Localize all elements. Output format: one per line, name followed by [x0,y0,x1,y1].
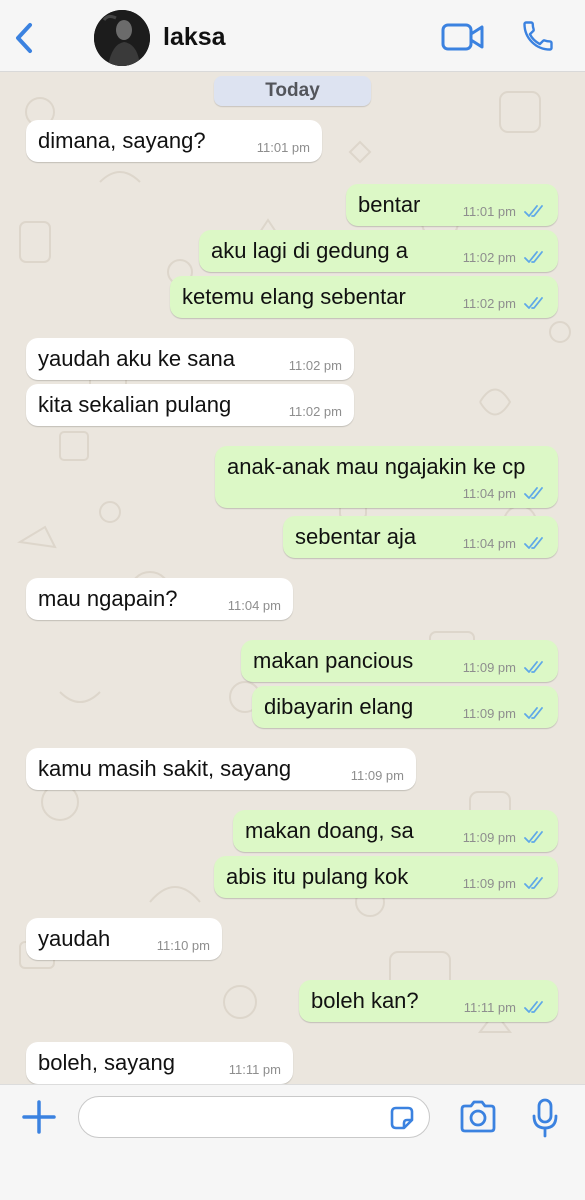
message-text: abis itu pulang kok [226,864,409,889]
read-receipt-icon [524,831,543,843]
back-button[interactable] [10,20,40,56]
message-text: kita sekalian pulang [38,392,232,417]
contact-name[interactable]: laksa [163,23,226,52]
message-text: sebentar aja [295,524,417,549]
message-text: boleh, sayang [38,1050,175,1075]
read-receipt-icon [524,297,543,309]
microphone-icon [532,1098,558,1138]
outgoing-message[interactable]: sebentar aja 11:04 pm [283,516,558,558]
message-time: 11:04 pm [462,536,516,551]
voice-call-button[interactable] [520,18,556,54]
outgoing-message[interactable]: dibayarin elang 11:09 pm [252,686,558,728]
message-time: 11:09 pm [350,768,404,783]
message-composer [0,1084,585,1200]
message-list[interactable]: Today dimana, sayang? 11:01 pm bentar 11:01… [0,72,585,1084]
read-receipt-icon [524,251,543,263]
incoming-message[interactable]: kita sekalian pulang 11:02 pm [26,384,354,426]
message-time: 11:02 pm [288,358,342,373]
chat-header: laksa [0,0,585,72]
attach-button[interactable] [20,1098,58,1136]
message-time: 11:02 pm [288,404,342,419]
message-input[interactable] [79,1097,379,1137]
message-text: ketemu elang sebentar [182,284,406,309]
message-text: yaudah [38,926,111,951]
incoming-message[interactable]: yaudah 11:10 pm [26,918,222,960]
chevron-left-icon [16,23,32,53]
video-call-button[interactable] [441,22,485,52]
message-time: 11:09 pm [462,830,516,845]
incoming-message[interactable]: mau ngapain? 11:04 pm [26,578,293,620]
message-text: makan pancious [253,648,414,673]
message-time: 11:02 pm [462,250,516,265]
message-text: anak-anak mau ngajakin ke cp [227,454,526,479]
message-time: 11:09 pm [462,876,516,891]
outgoing-message[interactable]: abis itu pulang kok 11:09 pm [214,856,558,898]
outgoing-message[interactable]: makan doang, sa 11:09 pm [233,810,558,852]
message-text: dibayarin elang [264,694,414,719]
read-receipt-icon [524,487,543,499]
read-receipt-icon [524,1001,543,1013]
read-receipt-icon [524,537,543,549]
message-time: 11:11 pm [463,1000,516,1015]
message-time: 11:09 pm [462,660,516,675]
phone-icon [523,21,553,51]
message-time: 11:01 pm [256,140,310,155]
message-text: yaudah aku ke sana [38,346,235,371]
message-text: dimana, sayang? [38,128,206,153]
message-input-box[interactable] [78,1096,430,1138]
outgoing-message[interactable]: boleh kan? 11:11 pm [299,980,558,1022]
date-separator: Today [214,76,371,106]
message-text: bentar [358,192,421,217]
incoming-message[interactable]: dimana, sayang? 11:01 pm [26,120,322,162]
incoming-message[interactable]: boleh, sayang 11:11 pm [26,1042,293,1084]
message-text: kamu masih sakit, sayang [38,756,292,781]
message-time: 11:04 pm [227,598,281,613]
message-text: mau ngapain? [38,586,178,611]
camera-button[interactable] [458,1099,498,1135]
outgoing-message[interactable]: bentar 11:01 pm [346,184,558,226]
outgoing-message[interactable]: aku lagi di gedung a 11:02 pm [199,230,558,272]
sticker-icon [390,1106,414,1130]
sticker-button[interactable] [388,1104,416,1132]
read-receipt-icon [524,661,543,673]
read-receipt-icon [524,707,543,719]
message-time: 11:11 pm [228,1062,281,1077]
incoming-message[interactable]: kamu masih sakit, sayang 11:09 pm [26,748,416,790]
message-time: 11:04 pm [462,486,516,501]
message-time: 11:09 pm [462,706,516,721]
camera-icon [460,1100,496,1133]
avatar-photo [94,10,150,66]
message-text: aku lagi di gedung a [211,238,408,263]
message-time: 11:10 pm [156,938,210,953]
avatar[interactable] [94,10,150,66]
message-time: 11:01 pm [462,204,516,219]
read-receipt-icon [524,205,543,217]
incoming-message[interactable]: yaudah aku ke sana 11:02 pm [26,338,354,380]
outgoing-message[interactable]: makan pancious 11:09 pm [241,640,558,682]
plus-icon [22,1100,56,1134]
outgoing-message[interactable]: ketemu elang sebentar 11:02 pm [170,276,558,318]
message-time: 11:02 pm [462,296,516,311]
message-text: makan doang, sa [245,818,414,843]
voice-message-button[interactable] [530,1097,560,1139]
video-camera-icon [441,23,484,51]
outgoing-message[interactable]: anak-anak mau ngajakin ke cp 11:04 pm [215,446,558,508]
message-text: boleh kan? [311,988,419,1013]
read-receipt-icon [524,877,543,889]
